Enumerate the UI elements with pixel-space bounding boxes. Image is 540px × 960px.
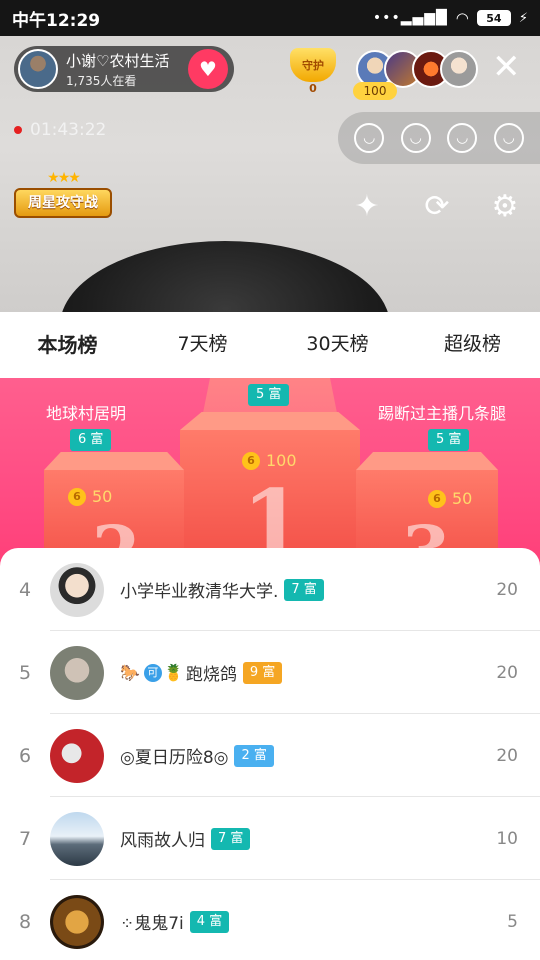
viewer-count: 1,735人在看 xyxy=(66,73,137,88)
guest-seats: ◡ ◡ ◡ ◡ xyxy=(338,112,540,164)
rich-level-badge: 7 富 xyxy=(211,827,251,850)
tab-super[interactable]: 超级榜 xyxy=(405,312,540,378)
score: 20 xyxy=(496,662,518,683)
score: 5 xyxy=(507,911,518,932)
live-timer-text: 01:43:22 xyxy=(30,120,107,140)
avatar[interactable] xyxy=(50,645,104,700)
week-star-label: 周星攻守战 xyxy=(14,188,112,218)
podium-second-coins: 6 50 xyxy=(68,487,112,506)
viewer-avatar[interactable] xyxy=(440,50,478,88)
settings-icon[interactable]: ⚙ xyxy=(486,188,524,226)
guard-shield-icon: 守护 xyxy=(290,48,336,82)
coin-icon: 6 xyxy=(428,489,446,508)
sofa-seat-icon[interactable]: ◡ xyxy=(400,123,431,153)
ranking-tabs: 本场榜 7天榜 30天榜 超级榜 xyxy=(0,312,540,378)
rank-number: 4 xyxy=(18,578,32,601)
tab-this-session[interactable]: 本场榜 xyxy=(0,312,135,378)
sofa-seat-icon[interactable]: ◡ xyxy=(493,123,524,153)
recording-dot-icon xyxy=(14,126,22,134)
rank-number: 7 xyxy=(18,827,32,850)
close-icon[interactable]: ✕ xyxy=(492,50,521,84)
list-item[interactable]: 4 小学毕业教清华大学. 7 富 20 xyxy=(0,548,540,631)
rich-level-badge: 7 富 xyxy=(284,578,324,601)
status-bar: 中午12:29 •••▂▄▆█ ◠ 54 ⚡ xyxy=(0,0,540,36)
podium-third-name[interactable]: 踢断过主播几条腿 xyxy=(378,400,506,424)
rank-number: 5 xyxy=(18,661,32,684)
tab-7-days[interactable]: 7天榜 xyxy=(135,312,270,378)
sofa-seat-icon[interactable]: ◡ xyxy=(447,123,478,153)
podium-first-rich-level: 5 富 xyxy=(248,384,290,406)
podium-third-coins: 6 50 xyxy=(428,489,472,508)
pineapple-icon: 🍍 xyxy=(163,663,184,682)
user-name: 跑烧鸽 xyxy=(185,665,237,685)
coin-icon: 6 xyxy=(68,487,86,506)
host-name: 小谢♡农村生活 xyxy=(66,51,170,70)
user-name: ⁘鬼鬼7i xyxy=(120,914,184,934)
stars-icon: ★★★ xyxy=(47,170,81,186)
live-video[interactable]: 小谢♡农村生活 1,735人在看 ♥ 守护 0 100 ✕ 01:43:22 ◡… xyxy=(0,36,540,312)
charging-icon: ⚡ xyxy=(518,10,528,26)
top-viewer-badge: 100 xyxy=(353,82,397,100)
guard-badge[interactable]: 守护 0 xyxy=(288,48,338,95)
podium-third-rich-level: 5 富 xyxy=(428,429,470,451)
streamer-video-content xyxy=(60,241,390,312)
status-time: 中午12:29 xyxy=(12,10,101,31)
avatar[interactable] xyxy=(50,894,104,949)
list-item[interactable]: 5 🐎 可 🍍 跑烧鸽 9 富 20 xyxy=(0,631,540,714)
podium-first-coins: 6 100 xyxy=(242,451,297,470)
user-name: ◎夏日历险8◎ xyxy=(120,748,229,768)
avatar[interactable] xyxy=(50,562,104,617)
signal-icon: •••▂▄▆█ xyxy=(372,10,448,26)
rich-level-badge: 4 富 xyxy=(189,910,230,933)
podium-second-rich-level: 6 富 xyxy=(70,429,112,451)
guard-count: 0 xyxy=(309,82,317,95)
coin-icon: 6 xyxy=(242,451,260,470)
podium-second-name[interactable]: 地球村居明 xyxy=(46,400,126,424)
magic-wand-icon[interactable]: ✦ xyxy=(348,188,386,226)
score: 10 xyxy=(496,828,518,849)
list-item[interactable]: 6 ◎夏日历险8◎ 2 富 20 xyxy=(0,714,540,797)
battery-icon: 54 xyxy=(476,10,511,26)
live-timer: 01:43:22 xyxy=(14,120,106,140)
tab-30-days[interactable]: 30天榜 xyxy=(270,312,405,378)
host-avatar[interactable] xyxy=(18,49,58,89)
score: 20 xyxy=(496,579,518,600)
rank-number: 8 xyxy=(18,910,32,933)
avatar[interactable] xyxy=(50,728,104,783)
rich-level-badge: 9 富 xyxy=(242,661,283,684)
week-star-badge[interactable]: ★★★ 周星攻守战 xyxy=(14,170,112,222)
horse-icon: 🐎 xyxy=(120,663,140,682)
heart-plus-icon[interactable]: ♥ xyxy=(188,49,228,89)
list-item[interactable]: 7 风雨故人归 7 富 10 xyxy=(0,797,540,880)
sofa-seat-icon[interactable]: ◡ xyxy=(354,123,385,153)
score: 20 xyxy=(496,745,518,766)
avatar[interactable] xyxy=(50,811,104,866)
ke-icon: 可 xyxy=(143,663,162,682)
rank-number: 6 xyxy=(18,744,32,767)
user-name: 风雨故人归 xyxy=(120,831,205,851)
user-name: 小学毕业教清华大学. xyxy=(120,582,279,602)
rich-level-badge: 2 富 xyxy=(234,744,274,767)
camera-flip-icon[interactable]: ⟳ xyxy=(418,188,456,226)
host-info[interactable]: 小谢♡农村生活 1,735人在看 ♥ xyxy=(14,46,234,92)
list-item[interactable]: 8 ⁘鬼鬼7i 4 富 5 xyxy=(0,880,540,960)
ranking-list[interactable]: 4 小学毕业教清华大学. 7 富 20 5 🐎 可 🍍 跑烧鸽 9 富 20 6… xyxy=(0,548,540,960)
wifi-icon: ◠ xyxy=(455,9,469,27)
